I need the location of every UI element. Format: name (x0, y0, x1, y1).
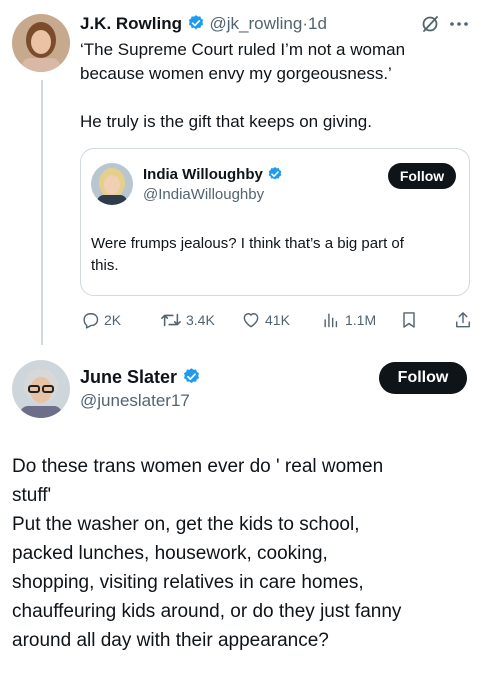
verified-badge-icon (267, 166, 283, 188)
reply-text: Do these trans women ever do ' real wome… (12, 452, 480, 655)
reply-text-line: Do these trans women ever do ' real wome… (12, 456, 384, 477)
bookmark-button[interactable] (399, 310, 419, 330)
june-slater-avatar[interactable] (12, 360, 70, 418)
reply-author-handle[interactable]: @juneslater17 (80, 390, 190, 412)
tweet-time[interactable]: 1d (308, 14, 327, 33)
views-button[interactable]: 1.1M (321, 310, 376, 330)
like-count: 41K (265, 312, 290, 328)
grok-icon[interactable] (421, 15, 439, 33)
quoted-text-line: Were frumps jealous? I think that’s a bi… (91, 235, 404, 252)
quoted-text-line: this. (91, 257, 119, 274)
retweet-icon (160, 310, 182, 330)
more-icon[interactable] (449, 15, 469, 33)
views-icon (321, 310, 341, 330)
tweet-action-bar: 2K 3.4K 41K 1.1M (80, 310, 475, 334)
thread-line (41, 80, 43, 345)
reply-text-line: chauffeuring kids around, or do they jus… (12, 601, 402, 622)
reply-text-line: stuff' (12, 485, 52, 506)
reply-text-line: Put the washer on, get the kids to schoo… (12, 514, 360, 535)
retweet-button[interactable]: 3.4K (160, 310, 215, 330)
author-name[interactable]: J.K. Rowling (80, 14, 182, 33)
like-icon (241, 310, 261, 330)
reply-text-line: packed lunches, housework, cooking, (12, 543, 328, 564)
reply-text-line: around all day with their appearance? (12, 630, 329, 651)
share-button[interactable] (453, 310, 473, 330)
like-button[interactable]: 41K (241, 310, 290, 330)
india-willoughby-avatar[interactable] (91, 163, 133, 205)
reply-author: June Slater (80, 365, 201, 392)
verified-badge-icon (187, 14, 205, 39)
reply-button[interactable]: 2K (80, 310, 121, 330)
tweet-text-line: He truly is the gift that keeps on givin… (80, 112, 372, 131)
reply-icon (80, 310, 100, 330)
reply-count: 2K (104, 312, 122, 328)
tweet-text-line: ‘The Supreme Court ruled I’m not a woman (80, 40, 406, 59)
quoted-author-name[interactable]: India Willoughby (143, 166, 263, 183)
reply-text-line: shopping, visiting relatives in care hom… (12, 572, 364, 593)
reply-author-name[interactable]: June Slater (80, 367, 177, 387)
author-handle[interactable]: @jk_rowling (209, 14, 302, 33)
retweet-count: 3.4K (186, 312, 215, 328)
follow-june-button[interactable]: Follow (379, 362, 467, 394)
tweet-text-line: because women envy my gorgeousness.’ (80, 64, 392, 83)
main-tweet-text: ‘The Supreme Court ruled I’m not a woman… (80, 38, 475, 134)
quoted-author-handle[interactable]: @IndiaWilloughby (143, 185, 264, 205)
follow-india-button[interactable]: Follow (388, 163, 456, 189)
jk-rowling-avatar[interactable] (12, 14, 70, 72)
quoted-tweet-card[interactable]: India Willoughby @IndiaWilloughby Follow… (80, 148, 470, 296)
views-count: 1.1M (345, 312, 377, 328)
verified-badge-icon (182, 367, 201, 392)
quoted-tweet-text: Were frumps jealous? I think that’s a bi… (91, 233, 463, 277)
bookmark-icon (399, 310, 419, 330)
main-tweet-header: J.K. Rowling @jk_rowling·1d (80, 12, 327, 36)
share-icon (453, 310, 473, 330)
